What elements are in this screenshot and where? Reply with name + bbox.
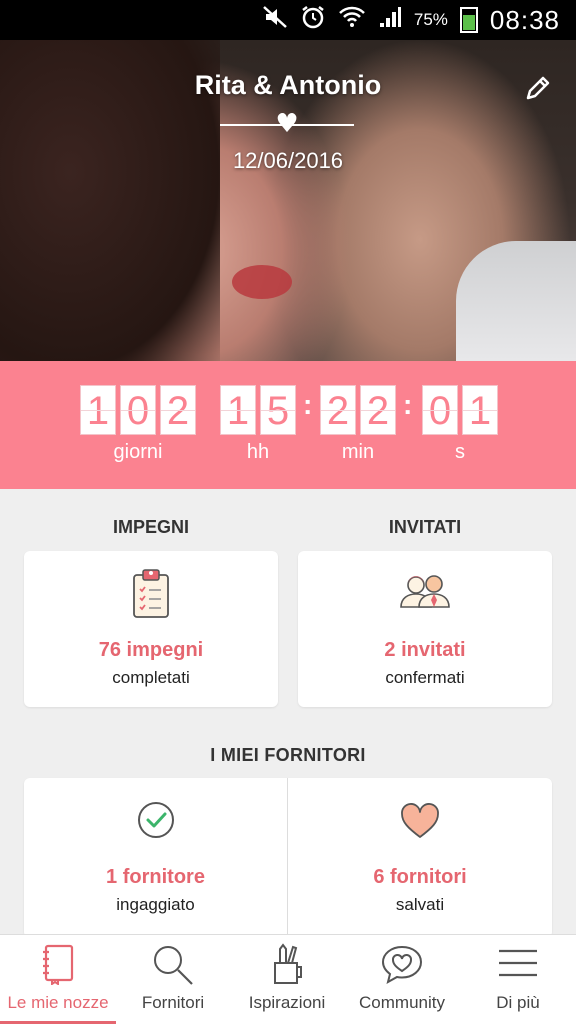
menu-icon [499,949,537,977]
countdown-digit: 0 [120,385,156,435]
nav-label: Di più [496,993,540,1012]
clipboard-checklist-icon [133,569,169,618]
countdown-digit: 1 [80,385,116,435]
couple-guests-icon [400,575,450,608]
fornitori-hired-sub: ingaggiato [116,895,195,914]
impegni-card[interactable]: 76 impegni completati [24,551,278,707]
impegni-title: IMPEGNI [112,517,189,537]
mute-icon [262,5,288,35]
fornitori-hired-item[interactable]: 1 fornitore ingaggiato [24,778,287,938]
countdown-digit: 2 [360,385,396,435]
countdown-digit: 1 [462,385,498,435]
bottom-navigation: Le mie nozze Fornitori Ispirazioni Commu… [0,934,576,1024]
countdown-label-minutes: min [341,441,375,463]
countdown-label-hours: hh [246,441,270,463]
nav-fornitori[interactable]: Fornitori [116,935,230,1024]
countdown-digit: 2 [320,385,356,435]
fornitori-saved-value: 6 fornitori [373,866,467,888]
wedding-countdown: 1 0 2 giorni 1 5 hh : 2 2 min : 0 1 s [0,361,576,489]
search-icon [154,946,193,985]
fornitori-saved-sub: salvati [395,895,445,914]
signal-icon [378,5,402,35]
couple-photo-header: Rita & Antonio ♥ 12/06/2016 [0,40,576,361]
check-circle-icon [137,802,174,838]
nav-label: Le mie nozze [7,993,109,1012]
countdown-digit: 0 [422,385,458,435]
clock: 08:38 [489,4,560,35]
countdown-label-seconds: s [455,441,465,463]
wifi-icon [338,5,366,35]
countdown-digit: 5 [260,385,296,435]
countdown-label-days: giorni [113,441,163,463]
invitati-value: 2 invitati [384,639,466,661]
pencil-cup-icon [274,943,302,984]
nav-label: Ispirazioni [248,993,326,1012]
photo-detail [232,265,292,299]
battery-icon [459,7,478,33]
countdown-digit: 1 [220,385,256,435]
countdown-separator: : [403,389,413,420]
battery-percentage: 75% [413,10,448,29]
nav-di-piu[interactable]: Di più [460,935,576,1024]
impegni-sub: completati [112,668,190,687]
heart-bubble-icon [381,945,423,984]
fornitori-title: I MIEI FORNITORI [210,745,366,765]
edit-button[interactable] [522,72,554,104]
impegni-value: 76 impegni [98,639,204,661]
nav-ispirazioni[interactable]: Ispirazioni [230,935,344,1024]
fornitori-card: 1 fornitore ingaggiato 6 fornitori salva… [24,778,552,938]
nav-label: Fornitori [141,993,205,1012]
heart-icon [401,803,439,838]
nav-le-mie-nozze[interactable]: Le mie nozze [0,935,116,1024]
countdown-digit: 2 [160,385,196,435]
pencil-icon [526,76,550,100]
alarm-icon [300,4,326,36]
invitati-card[interactable]: 2 invitati confermati [298,551,552,707]
nav-community[interactable]: Community [344,935,460,1024]
invitati-sub: confermati [385,668,465,687]
couple-names: Rita & Antonio [194,70,382,100]
nav-label: Community [359,993,445,1012]
fornitori-hired-value: 1 fornitore [106,866,205,888]
invitati-title: INVITATI [388,517,462,537]
status-bar: 75% 08:38 [0,0,576,40]
heart-icon: ♥ [275,109,299,139]
notebook-icon [43,944,74,985]
fornitori-saved-item[interactable]: 6 fornitori salvati [288,778,552,938]
countdown-separator: : [303,389,313,420]
photo-detail [456,241,576,361]
wedding-date: 12/06/2016 [232,148,344,173]
